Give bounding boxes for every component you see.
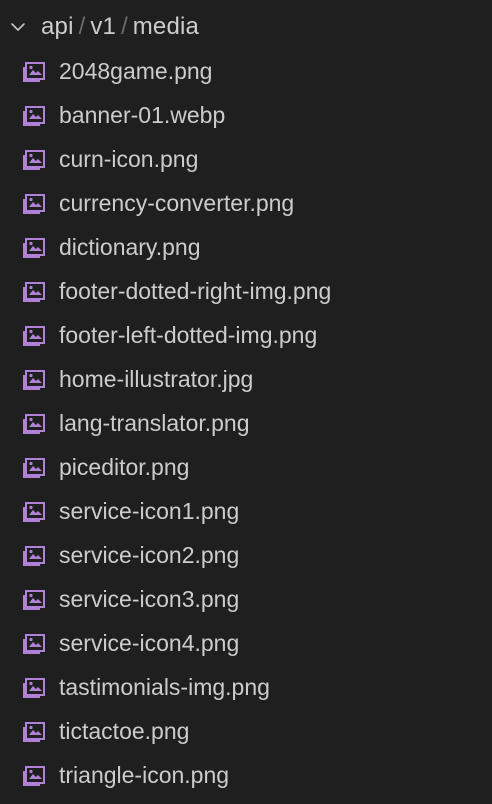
file-name: currency-converter.png — [59, 189, 295, 216]
folder-media-row[interactable]: api / v1 / media — [0, 5, 492, 49]
file-name: home-illustrator.jpg — [59, 365, 254, 392]
file-row[interactable]: lang-translator.png — [0, 401, 492, 445]
file-row[interactable]: service-icon1.png — [0, 489, 492, 533]
file-name: tastimonials-img.png — [59, 673, 270, 700]
file-row[interactable]: curn-icon.png — [0, 137, 492, 181]
file-name: footer-left-dotted-img.png — [59, 321, 318, 348]
file-name: service-icon2.png — [59, 541, 240, 568]
image-file-icon — [23, 326, 45, 346]
file-name: footer-dotted-right-img.png — [59, 277, 332, 304]
file-name: banner-01.webp — [59, 101, 226, 128]
image-file-icon — [23, 766, 45, 786]
file-row[interactable]: tastimonials-img.png — [0, 665, 492, 709]
file-row[interactable]: footer-left-dotted-img.png — [0, 313, 492, 357]
image-file-icon — [23, 590, 45, 610]
image-file-icon — [23, 194, 45, 214]
folder-path-segment-media: media — [132, 13, 200, 40]
file-name: service-icon4.png — [59, 629, 240, 656]
image-file-icon — [23, 634, 45, 654]
folder-path-segment-api: api — [41, 13, 74, 40]
file-name: dictionary.png — [59, 233, 201, 260]
image-file-icon — [23, 150, 45, 170]
file-row[interactable]: service-icon4.png — [0, 621, 492, 665]
image-file-icon — [23, 414, 45, 434]
file-row[interactable]: triangle-icon.png — [0, 753, 492, 797]
file-row[interactable]: banner-01.webp — [0, 93, 492, 137]
image-file-icon — [23, 502, 45, 522]
image-file-icon — [23, 238, 45, 258]
file-name: service-icon3.png — [59, 585, 240, 612]
folder-path-separator: / — [78, 13, 86, 40]
folder-path-separator: / — [121, 13, 128, 40]
file-name: curn-icon.png — [59, 145, 199, 172]
file-row[interactable]: home-illustrator.jpg — [0, 357, 492, 401]
file-name: 2048game.png — [59, 57, 213, 84]
file-row[interactable]: tictactoe.png — [0, 709, 492, 753]
file-row[interactable]: 2048game.png — [0, 49, 492, 93]
file-name: lang-translator.png — [59, 409, 250, 436]
image-file-icon — [23, 678, 45, 698]
file-row[interactable]: dictionary.png — [0, 225, 492, 269]
folder-path-segment-v1: v1 — [90, 13, 117, 40]
file-name: piceditor.png — [59, 453, 190, 480]
file-name: tictactoe.png — [59, 717, 190, 744]
image-file-icon — [23, 106, 45, 126]
image-file-icon — [23, 62, 45, 82]
image-file-icon — [23, 282, 45, 302]
file-row[interactable]: service-icon3.png — [0, 577, 492, 621]
file-row[interactable]: service-icon2.png — [0, 533, 492, 577]
file-list: 2048game.png banner-01.webp curn-icon.pn… — [0, 49, 492, 797]
image-file-icon — [23, 722, 45, 742]
file-row[interactable]: footer-dotted-right-img.png — [0, 269, 492, 313]
file-name: triangle-icon.png — [59, 761, 230, 788]
image-file-icon — [23, 458, 45, 478]
file-row[interactable]: currency-converter.png — [0, 181, 492, 225]
chevron-down-icon[interactable] — [9, 18, 27, 36]
image-file-icon — [23, 546, 45, 566]
file-name: service-icon1.png — [59, 497, 240, 524]
file-explorer: api / v1 / media 2048game.png banner-01.… — [0, 0, 492, 804]
image-file-icon — [23, 370, 45, 390]
file-row[interactable]: piceditor.png — [0, 445, 492, 489]
